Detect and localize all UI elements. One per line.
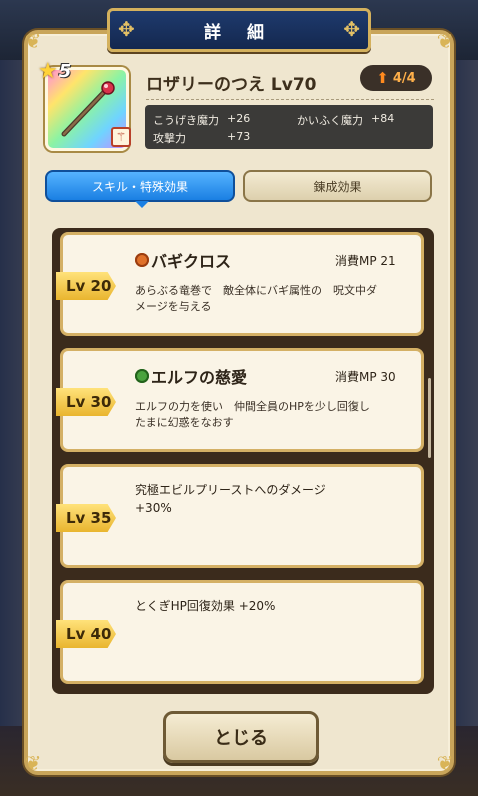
skill-name: エルフの慈愛 [151,368,248,387]
close-button[interactable]: とじる [163,711,319,763]
mp-cost: 消費MP 21 [335,254,396,268]
level-tag: Lv 20 [56,272,116,300]
stat-value: +73 [227,130,251,143]
weapon-name: ロザリーのつえ Lv70 [146,75,317,95]
stat-label: 攻撃力 [153,132,186,145]
stat-label: こうげき魔力 [153,114,219,127]
level-tag: Lv 35 [56,504,116,532]
rarity-badge: ★ 5 [38,58,82,84]
level-tag: Lv 40 [56,620,116,648]
skill-description: あらぶる竜巻で 敵全体にバギ属性の 呪文中ダ [135,284,377,297]
corner-ornament-icon: ❦ [436,751,454,775]
up-arrow-icon: ⬆ [376,69,389,87]
star-icon: ★ [38,58,58,84]
upgrade-badge: ⬆ 4/4 [360,65,432,91]
divider [146,99,434,100]
dialog-title: 詳 細 [204,22,274,43]
skill-description: エルフの力を使い 仲間全員のHPを少し回復し [135,400,370,413]
corner-ornament-icon: ❦ [436,29,454,53]
skill-list[interactable]: バギクロス 消費MP 21 あらぶる竜巻で 敵全体にバギ属性の 呪文中ダ メージ… [52,228,434,694]
level-tag: Lv 30 [56,388,116,416]
skill-description: たまに幻惑をなおす [135,416,234,429]
corner-ornament-icon: ❦ [24,29,42,53]
effect-text: +30% [135,501,172,515]
corner-ornament-icon: ❦ [24,751,42,775]
stat-label: かいふく魔力 [297,114,363,127]
scrollbar[interactable] [428,378,431,458]
rarity-number: 5 [58,60,72,82]
stat-value: +84 [371,112,395,125]
effect-text: 究極エビルプリーストへのダメージ [135,483,326,497]
skill-name: バギクロス [151,252,232,271]
heal-skill-icon [135,369,149,383]
tab-refinement[interactable]: 錬成効果 [243,170,432,202]
fleur-ornament-icon: ✥ [343,17,360,41]
stat-value: +26 [227,112,251,125]
staff-type-icon: ⚚ [111,127,131,147]
skill-description: メージを与える [135,300,212,313]
fleur-ornament-icon: ✥ [118,17,135,41]
effect-text: とくぎHP回復効果 +20% [135,599,276,613]
tab-skills[interactable]: スキル・特殊効果 [45,170,235,208]
upgrade-count: 4/4 [392,70,416,86]
fire-skill-icon [135,253,149,267]
title-banner: ✥ 詳 細 ✥ [107,8,371,52]
stats-box: こうげき魔力 +26 かいふく魔力 +84 攻撃力 +73 [145,105,433,149]
mp-cost: 消費MP 30 [335,370,396,384]
